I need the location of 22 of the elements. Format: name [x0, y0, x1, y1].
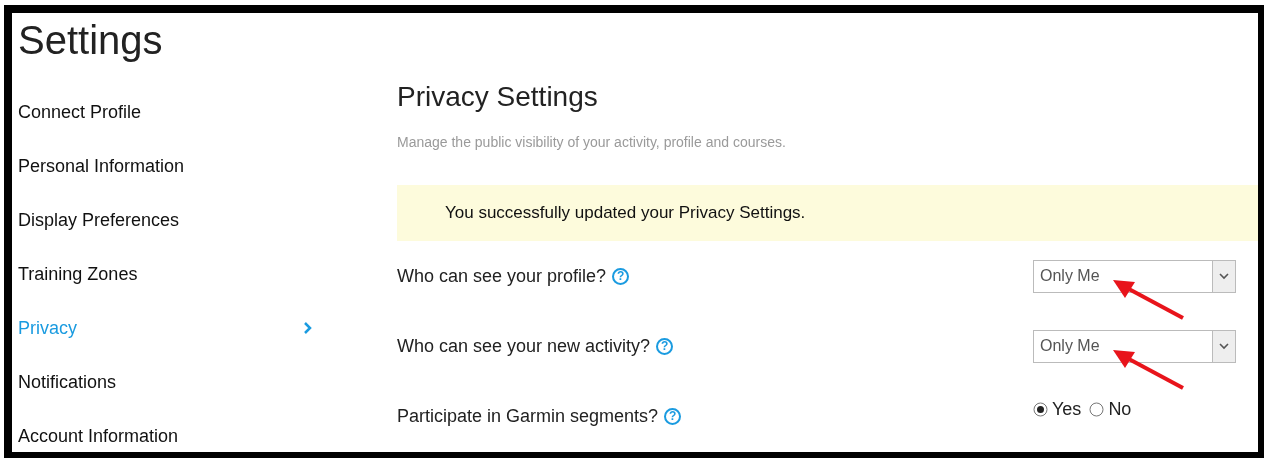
sidebar-item[interactable]: Display Preferences	[12, 193, 397, 247]
sidebar-item[interactable]: Connect Profile	[12, 85, 397, 139]
sidebar-item[interactable]: Notifications	[12, 355, 397, 409]
caret-icon	[1219, 342, 1229, 350]
setting-label: Who can see your new activity?	[397, 335, 651, 357]
radio-label[interactable]: No	[1108, 398, 1132, 420]
caret-icon	[1219, 272, 1229, 280]
setting-label: Participate in Garmin segments?	[397, 405, 659, 427]
radio-button[interactable]	[1089, 401, 1105, 417]
radio-button[interactable]	[1033, 401, 1048, 417]
setting-label: Who can see your profile?	[397, 265, 607, 287]
page-title: Settings	[17, 17, 164, 64]
chevron-icon	[303, 321, 313, 335]
privacy-dropdown[interactable]: Only Me	[1033, 329, 1236, 363]
privacy-dropdown[interactable]: Only Me	[1033, 259, 1236, 293]
success-message: You successfully updated your Privacy Settings.	[445, 203, 806, 223]
section-subtitle: Manage the public visibility of your activity, profile and courses.	[397, 133, 787, 152]
sidebar-item[interactable]: Account Information	[12, 409, 397, 452]
sidebar-item[interactable]: Training Zones	[12, 247, 397, 301]
sidebar-item[interactable]: Personal Information	[12, 139, 397, 193]
radio-label[interactable]: Yes	[1052, 398, 1082, 420]
section-title: Privacy Settings	[397, 80, 599, 114]
